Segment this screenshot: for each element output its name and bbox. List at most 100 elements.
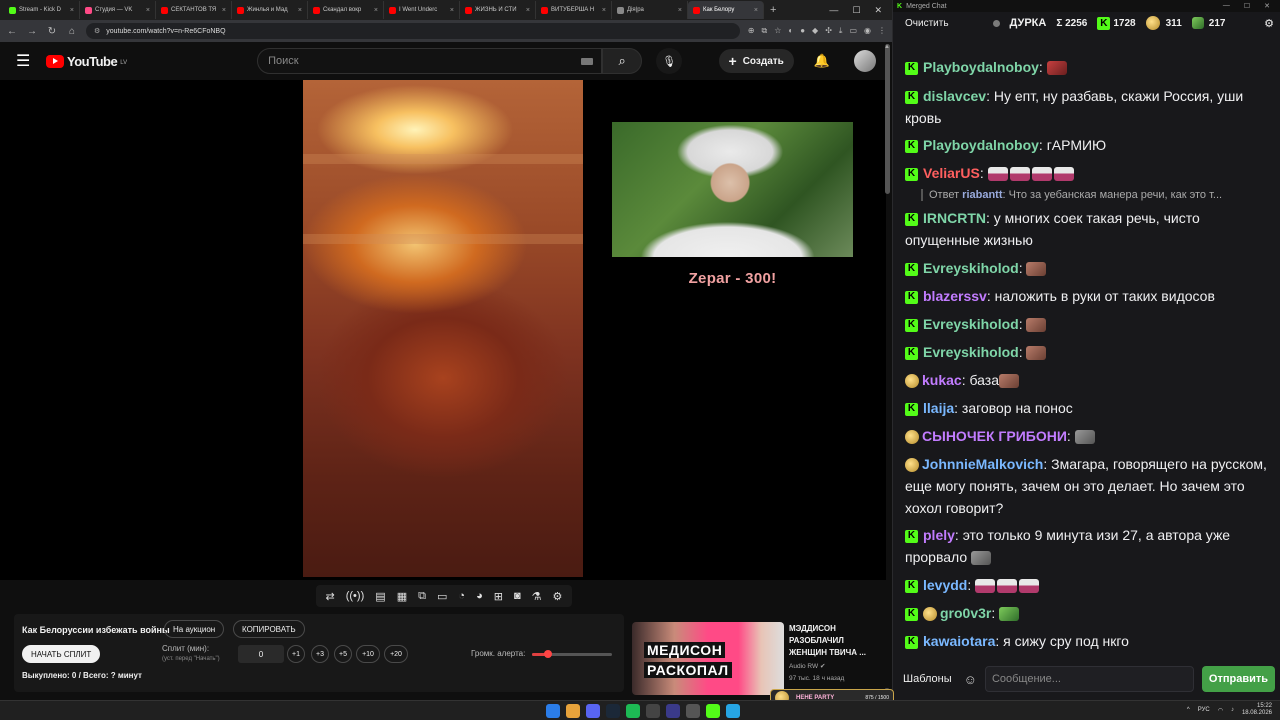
clapper-icon[interactable]: ▦ <box>397 590 407 603</box>
clear-chat-button[interactable]: Очистить <box>899 16 955 31</box>
chrome-icon[interactable] <box>566 704 580 718</box>
tab-3[interactable]: Жинлья и Мад × <box>232 1 308 19</box>
close-icon[interactable]: × <box>146 7 150 14</box>
telegram-icon[interactable] <box>726 704 740 718</box>
add-10-button[interactable]: +10 <box>356 645 380 663</box>
loop-icon[interactable]: ⇄ <box>326 590 335 603</box>
tab-7[interactable]: ВИТУБЕРША Н × <box>536 1 612 19</box>
close-icon[interactable]: × <box>70 7 74 14</box>
close-icon[interactable]: × <box>526 7 530 14</box>
home-icon[interactable]: ⌂ <box>66 26 78 37</box>
bookmark-star-icon[interactable]: ☆ <box>774 26 781 36</box>
app-icon[interactable] <box>666 704 680 718</box>
chat-username[interactable]: IRNCRTN <box>923 210 986 226</box>
obs-icon[interactable] <box>646 704 660 718</box>
chat-username[interactable]: levydd <box>923 577 967 593</box>
close-icon[interactable]: × <box>450 7 454 14</box>
steam-icon[interactable] <box>606 704 620 718</box>
close-icon[interactable]: × <box>298 7 302 14</box>
settings-icon[interactable]: ⚙ <box>1264 17 1274 30</box>
tab-8[interactable]: Дія|ра × <box>612 1 688 19</box>
reply-preview[interactable]: Ответ riabantt: Что за уебанская манера … <box>921 189 1273 201</box>
download-icon[interactable]: ⤓ <box>839 26 843 36</box>
site-info-icon[interactable]: ⚙ <box>94 27 100 35</box>
chat-username[interactable]: Playboydalnoboy <box>923 137 1039 153</box>
tab-4[interactable]: Скандал вокр × <box>308 1 384 19</box>
menu-icon[interactable]: ☰ <box>16 51 36 71</box>
tab-6[interactable]: ЖИЗНЬ И СТИ × <box>460 1 536 19</box>
emoji-picker-icon[interactable]: ☺ <box>964 672 977 687</box>
minimize-icon[interactable]: — <box>829 5 838 16</box>
youtube-logo[interactable]: YouTube LV <box>46 54 127 69</box>
copy-button[interactable]: КОПИРОВАТЬ <box>233 620 305 638</box>
pip-icon[interactable]: ⧉ <box>418 590 426 603</box>
page-scrollbar[interactable] <box>885 44 890 194</box>
close-icon[interactable]: × <box>374 7 378 14</box>
chat-username[interactable]: kawaiotara <box>923 633 995 649</box>
wifi-icon[interactable]: ◠ <box>1218 707 1223 714</box>
chat-username[interactable]: plely <box>923 527 955 543</box>
spotify-icon[interactable] <box>626 704 640 718</box>
back-icon[interactable]: ← <box>6 26 18 37</box>
install-icon[interactable]: ⧉ <box>761 26 767 36</box>
puzzle-icon[interactable]: ✣ <box>825 26 832 36</box>
add-1-button[interactable]: +1 <box>287 645 305 663</box>
keyboard-icon[interactable] <box>581 57 594 65</box>
tab-5[interactable]: I Went Underc × <box>384 1 460 19</box>
profile-icon[interactable]: ◉ <box>864 26 871 36</box>
gear-icon[interactable]: ⚙ <box>553 590 563 603</box>
flask-icon[interactable]: ⚗ <box>532 590 542 603</box>
close-icon[interactable]: × <box>602 7 606 14</box>
extension-icon[interactable]: ◐ <box>788 26 793 36</box>
send-button[interactable]: Отправить <box>1201 666 1275 692</box>
chat-username[interactable]: Evreyskiholod <box>923 344 1019 360</box>
playlist-icon[interactable]: ▤ <box>375 590 385 603</box>
gauge-icon[interactable]: ◕ <box>476 590 483 602</box>
recommended-channel[interactable]: Audio RW ✔ <box>789 662 825 670</box>
scroll-up-icon[interactable]: ▲ <box>884 44 890 50</box>
notifications-bell-icon[interactable]: 🔔 <box>814 53 830 69</box>
maximize-icon[interactable]: ☐ <box>852 5 860 16</box>
start-split-button[interactable]: НАЧАТЬ СПЛИТ <box>22 645 101 663</box>
tab-9-active[interactable]: Как Белору × <box>688 1 764 19</box>
search-button[interactable]: ⌕ <box>602 48 643 74</box>
clock[interactable]: 15:22 18.08.2026 <box>1242 703 1272 717</box>
language-indicator[interactable]: РУС <box>1198 707 1210 713</box>
forward-icon[interactable]: → <box>26 26 38 37</box>
chat-username[interactable]: kukac <box>922 372 962 388</box>
extension-icon[interactable]: ● <box>800 26 805 36</box>
camera-icon[interactable]: ◙ <box>514 590 521 602</box>
auction-button[interactable]: На аукцион <box>164 620 225 638</box>
kick-app-icon[interactable] <box>706 704 720 718</box>
subtitles-icon[interactable]: ▭ <box>437 590 447 603</box>
alert-volume-slider[interactable] <box>532 650 612 658</box>
tab-1[interactable]: Студия — VK × <box>80 1 156 19</box>
chat-username[interactable]: Evreyskiholod <box>923 260 1019 276</box>
speed-icon[interactable]: ◔ <box>458 590 465 602</box>
chat-username[interactable]: dislavcev <box>923 88 986 104</box>
chat-username[interactable]: Evreyskiholod <box>923 316 1019 332</box>
tab-2[interactable]: СЕКТАНТОВ ТЯ × <box>156 1 232 19</box>
templates-button[interactable]: Шаблоны <box>899 673 956 685</box>
slider-knob[interactable] <box>544 650 552 658</box>
close-window-icon[interactable]: ✕ <box>1264 2 1270 10</box>
chat-username[interactable]: Playboydalnoboy <box>923 59 1039 75</box>
broadcast-icon[interactable]: ((•)) <box>346 590 365 602</box>
chat-username[interactable]: СЫНОЧЕК ГРИБОНИ <box>922 428 1067 444</box>
chat-username[interactable]: llaija <box>923 400 954 416</box>
add-5-button[interactable]: +5 <box>334 645 352 663</box>
tab-0[interactable]: Stream - Kick D × <box>4 1 80 19</box>
tray-chevron-icon[interactable]: ^ <box>1187 707 1190 713</box>
create-button[interactable]: + Создать <box>718 49 794 73</box>
chat-username[interactable]: blazerssv <box>923 288 987 304</box>
discord-icon[interactable] <box>586 704 600 718</box>
voice-search-button[interactable]: 🎙 <box>656 48 683 74</box>
menu-dots-icon[interactable]: ⋮ <box>878 26 886 36</box>
close-icon[interactable]: × <box>678 7 682 14</box>
reload-icon[interactable]: ↻ <box>46 26 58 37</box>
add-20-button[interactable]: +20 <box>384 645 408 663</box>
chat-username[interactable]: JohnnieMalkovich <box>922 456 1043 472</box>
new-tab-button[interactable]: + <box>764 4 782 16</box>
avatar[interactable] <box>854 50 876 72</box>
add-3-button[interactable]: +3 <box>311 645 329 663</box>
